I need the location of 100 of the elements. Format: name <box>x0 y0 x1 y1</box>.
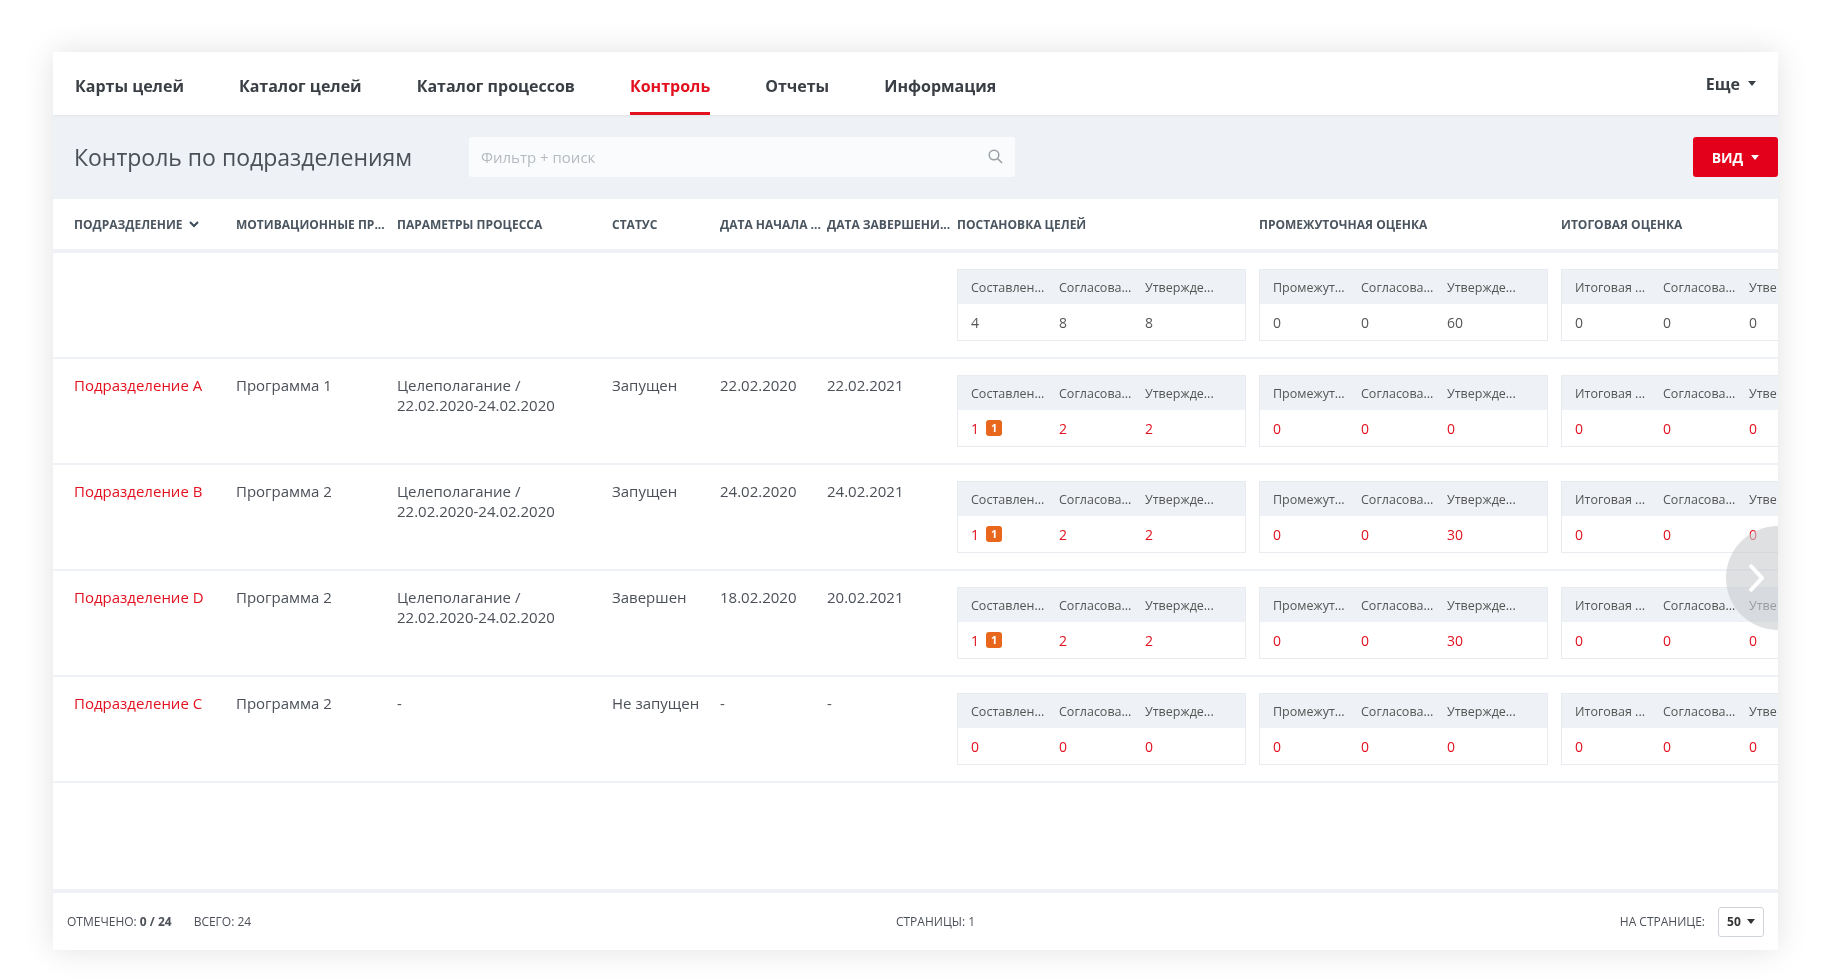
metric-value: 0 <box>1273 312 1281 332</box>
end-date-cell: 20.02.2021 <box>827 587 904 607</box>
metric-value: 0 <box>1663 312 1671 332</box>
caret-icon <box>1748 81 1756 86</box>
metric-header: Согласова... <box>1361 595 1435 616</box>
metric-value: 0 <box>1749 312 1757 332</box>
column-header[interactable]: СТАТУС <box>612 215 658 233</box>
metric-header: Утвержде... <box>1145 489 1215 510</box>
column-header[interactable]: ДАТА ЗАВЕРШЕНИ... <box>827 215 951 233</box>
metric-header: Утве <box>1749 383 1778 404</box>
nav-tab[interactable]: Информация <box>884 52 997 115</box>
division-link[interactable]: Подразделение B <box>74 481 203 501</box>
metric-header: Утвержде... <box>1447 701 1517 722</box>
metric-value: 0 <box>1575 524 1583 544</box>
metric-header: Утвержде... <box>1145 701 1215 722</box>
column-header[interactable]: ПОСТАНОВКА ЦЕЛЕЙ <box>957 215 1087 233</box>
division-link[interactable]: Подразделение C <box>74 693 203 713</box>
process-params-line: Целеполагание / <box>397 587 522 607</box>
metric-value: 0 <box>1749 524 1757 544</box>
metric-value: 0 <box>1145 736 1153 756</box>
metric-value: 0 <box>1273 418 1281 438</box>
column-header[interactable]: ПАРАМЕТРЫ ПРОЦЕССА <box>397 215 543 233</box>
metric-value: 0 <box>1575 312 1583 332</box>
status-cell: Запущен <box>612 481 678 501</box>
chevron-right-icon <box>1748 563 1764 593</box>
pages-count: СТРАНИЦЫ: 1 <box>895 913 976 930</box>
metric-header: Итоговая ... <box>1575 277 1646 298</box>
page-title: Контроль по подразделениям <box>74 141 414 173</box>
process-params-line: 22.02.2020-24.02.2020 <box>397 607 556 627</box>
metric-value: 0 <box>1361 418 1369 438</box>
start-date-cell: 24.02.2020 <box>720 481 797 501</box>
column-header[interactable]: ПРОМЕЖУТОЧНАЯ ОЦЕНКА <box>1259 215 1428 233</box>
end-date-cell: 22.02.2021 <box>827 375 904 395</box>
program-cell: Программа 2 <box>236 587 332 607</box>
metric-value: 0 <box>1663 630 1671 650</box>
column-header[interactable]: ИТОГОВАЯ ОЦЕНКА <box>1561 215 1683 233</box>
metric-value: 0 <box>1361 630 1369 650</box>
metric-value: 4 <box>971 312 979 332</box>
end-date-cell: - <box>827 693 832 713</box>
start-date-cell: 22.02.2020 <box>720 375 797 395</box>
metric-header: Согласова... <box>1059 489 1133 510</box>
program-cell: Программа 2 <box>236 481 332 501</box>
metric-value: 30 <box>1447 630 1463 650</box>
metric-value: 0 <box>1361 524 1369 544</box>
metric-header: Составлен... <box>971 595 1046 616</box>
nav-tab[interactable]: Каталог процессов <box>416 52 575 115</box>
metric-header: Итоговая ... <box>1575 595 1646 616</box>
view-button[interactable]: ВИД <box>1693 137 1778 177</box>
status-cell: Завершен <box>612 587 687 607</box>
metric-header: Согласова... <box>1059 277 1133 298</box>
metric-header: Утве <box>1749 701 1778 722</box>
column-header[interactable]: ПОДРАЗДЕЛЕНИЕ <box>74 215 199 233</box>
metric-value: 2 <box>1059 630 1067 650</box>
metric-value: 0 <box>1749 630 1757 650</box>
metric-header: Согласова... <box>1663 595 1737 616</box>
metric-value: 0 <box>1059 736 1067 756</box>
metric-value: 8 <box>1145 312 1153 332</box>
metric-header: Утвержде... <box>1145 383 1215 404</box>
process-params-line: 22.02.2020-24.02.2020 <box>397 395 556 415</box>
checked-count: ОТМЕЧЕНО: 0 / 24 <box>67 913 172 930</box>
metric-header: Промежут... <box>1273 701 1346 722</box>
metric-header: Утвержде... <box>1145 277 1215 298</box>
count-badge: 1 <box>986 632 1003 648</box>
status-cell: Не запущен <box>612 693 700 713</box>
metric-header: Согласова... <box>1361 277 1435 298</box>
division-link[interactable]: Подразделение D <box>74 587 204 607</box>
metric-value: 2 <box>1059 418 1067 438</box>
process-params-line: - <box>397 693 403 713</box>
nav-tab[interactable]: Отчеты <box>765 52 830 115</box>
nav-tab[interactable]: Каталог целей <box>238 52 362 115</box>
metric-header: Итоговая ... <box>1575 383 1646 404</box>
metric-header: Составлен... <box>971 489 1046 510</box>
search-field[interactable]: Фильтр + поиск <box>469 137 1015 177</box>
metric-value: 0 <box>1447 736 1455 756</box>
metric-header: Утве <box>1749 277 1778 298</box>
metric-header: Составлен... <box>971 383 1046 404</box>
nav-tab[interactable]: Карты целей <box>75 52 184 115</box>
metric-value: 0 <box>1575 736 1583 756</box>
column-header[interactable]: МОТИВАЦИОННЫЕ ПР... <box>236 215 385 233</box>
program-cell: Программа 1 <box>236 375 332 395</box>
metric-header: Утвержде... <box>1447 277 1517 298</box>
per-page-select[interactable]: 50 <box>1718 906 1764 937</box>
metric-value: 0 <box>1273 736 1281 756</box>
process-params-line: Целеполагание / <box>397 481 522 501</box>
more-menu[interactable]: Еще <box>1705 52 1756 115</box>
column-header[interactable]: ДАТА НАЧАЛА ... <box>720 215 821 233</box>
process-params-line: 22.02.2020-24.02.2020 <box>397 501 556 521</box>
metric-value: 1 <box>971 524 979 544</box>
metric-header: Согласова... <box>1663 701 1737 722</box>
metric-header: Утве <box>1749 595 1778 616</box>
metric-header: Составлен... <box>971 701 1046 722</box>
metric-value: 0 <box>1361 312 1369 332</box>
metric-header: Итоговая ... <box>1575 489 1646 510</box>
nav-tab[interactable]: Контроль <box>629 52 711 115</box>
division-link[interactable]: Подразделение A <box>74 375 203 395</box>
metric-header: Утве <box>1749 489 1778 510</box>
metric-value: 0 <box>1663 736 1671 756</box>
metric-header: Согласова... <box>1361 701 1435 722</box>
count-badge: 1 <box>986 420 1003 436</box>
status-cell: Запущен <box>612 375 678 395</box>
